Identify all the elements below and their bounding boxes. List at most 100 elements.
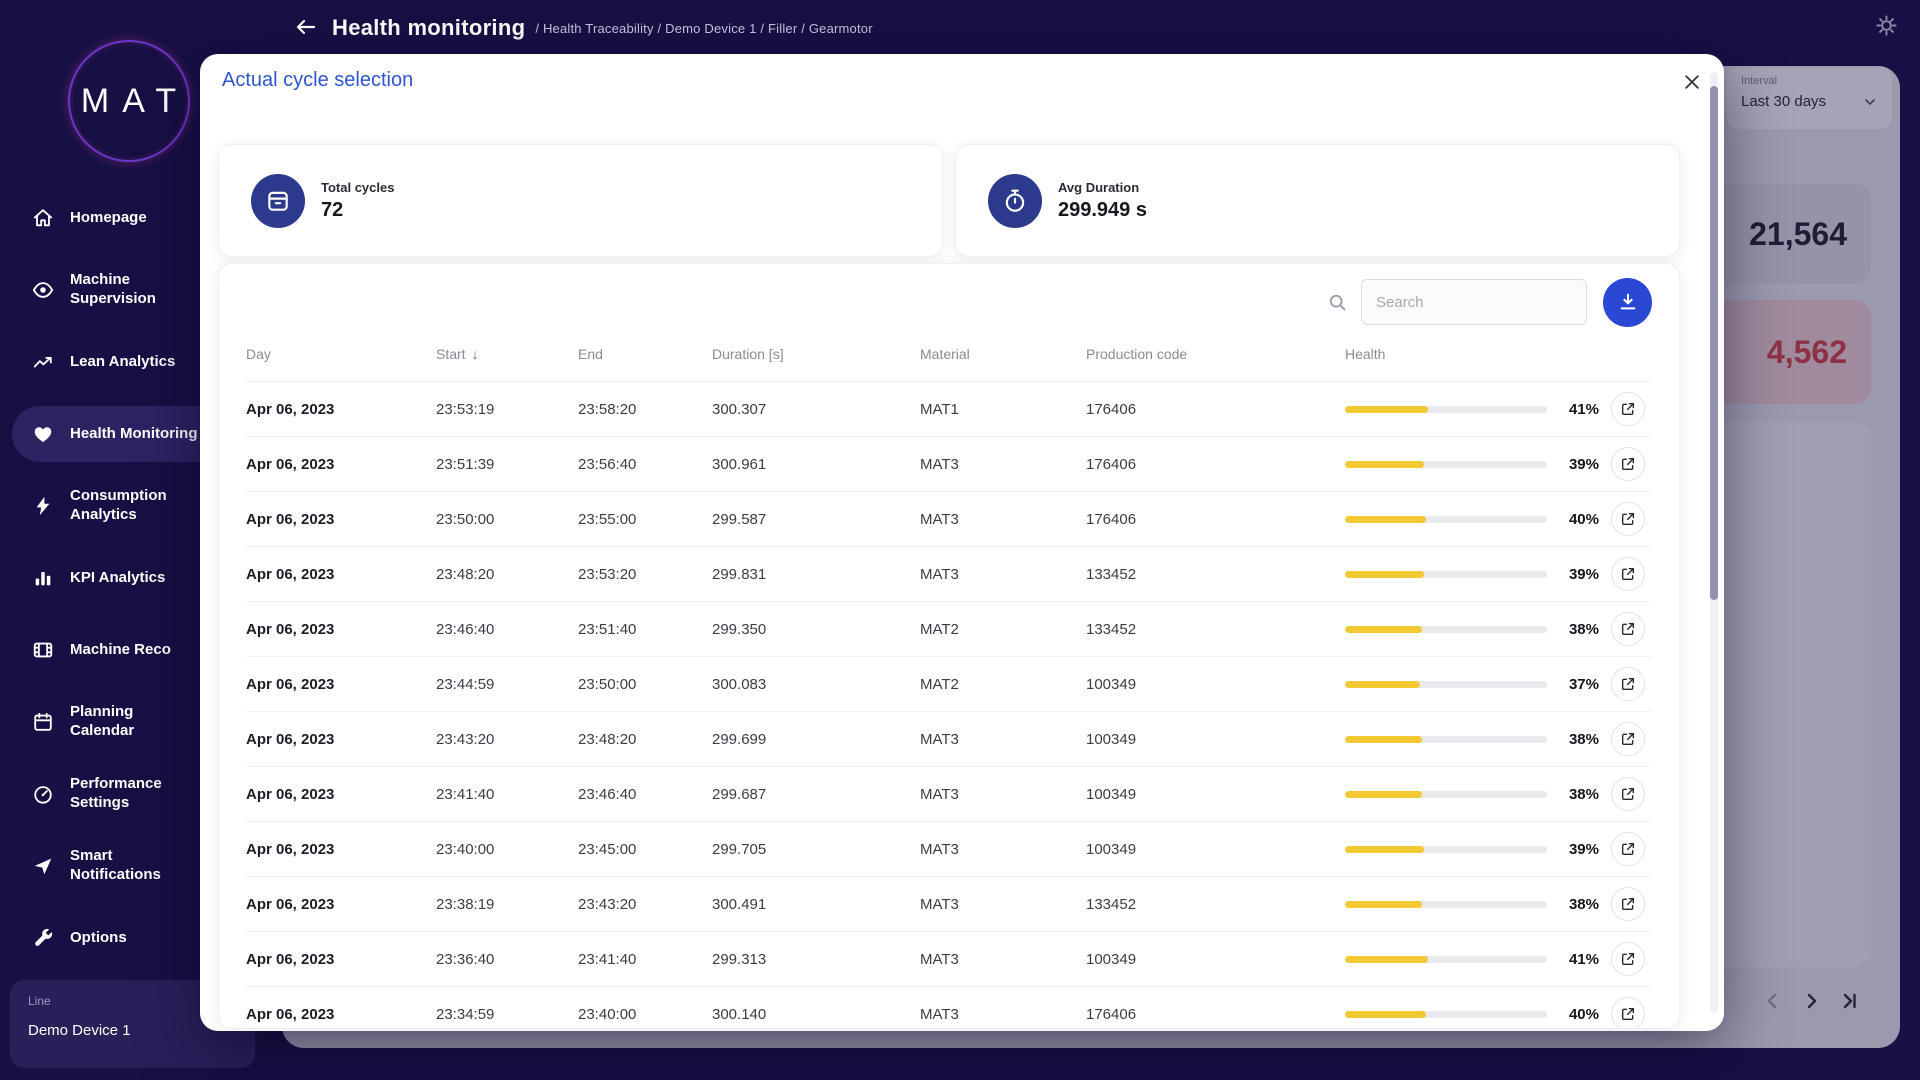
cell-end: 23:48:20 bbox=[578, 731, 712, 748]
sidebar-item-label: Machine Reco bbox=[70, 641, 171, 660]
column-header-duration-s[interactable]: Duration [s] bbox=[712, 346, 920, 362]
sidebar-item-label: Consumption Analytics bbox=[70, 487, 198, 525]
cell-material: MAT3 bbox=[920, 566, 1086, 583]
open-cycle-button[interactable] bbox=[1611, 557, 1645, 591]
cell-health: 38% bbox=[1345, 887, 1652, 921]
cell-day: Apr 06, 2023 bbox=[246, 896, 436, 913]
sort-descending-icon[interactable]: ↓ bbox=[472, 346, 479, 362]
download-icon bbox=[1617, 291, 1639, 313]
column-label: Material bbox=[920, 346, 970, 362]
wrench-icon bbox=[32, 927, 54, 949]
cell-material: MAT3 bbox=[920, 511, 1086, 528]
page-title: Health monitoring bbox=[332, 15, 525, 41]
table-row: Apr 06, 2023 23:48:20 23:53:20 299.831 M… bbox=[246, 547, 1652, 602]
health-progress-track bbox=[1345, 681, 1547, 688]
stat-label: Total cycles bbox=[321, 180, 394, 195]
open-cycle-button[interactable] bbox=[1611, 942, 1645, 976]
column-header-material[interactable]: Material bbox=[920, 346, 1086, 362]
table-row: Apr 06, 2023 23:50:00 23:55:00 299.587 M… bbox=[246, 492, 1652, 547]
trend-icon bbox=[32, 351, 54, 373]
health-progress-fill bbox=[1345, 736, 1422, 743]
close-button[interactable] bbox=[1678, 69, 1706, 97]
settings-gear-button[interactable] bbox=[1872, 13, 1900, 41]
back-button[interactable] bbox=[292, 14, 320, 42]
cell-duration: 299.313 bbox=[712, 951, 920, 968]
column-header-end[interactable]: End bbox=[578, 346, 712, 362]
health-progress-track bbox=[1345, 1011, 1547, 1018]
stopwatch-icon bbox=[988, 174, 1042, 228]
cell-production-code: 100349 bbox=[1086, 951, 1345, 968]
stat-card-total-cycles: Total cycles 72 bbox=[218, 144, 943, 257]
send-icon bbox=[32, 855, 54, 877]
table-row: Apr 06, 2023 23:38:19 23:43:20 300.491 M… bbox=[246, 877, 1652, 932]
column-header-start[interactable]: Start ↓ bbox=[436, 346, 578, 362]
open-cycle-button[interactable] bbox=[1611, 832, 1645, 866]
open-in-new-icon bbox=[1620, 456, 1636, 472]
open-cycle-button[interactable] bbox=[1611, 997, 1645, 1029]
download-button[interactable] bbox=[1603, 278, 1652, 327]
sidebar-item-label: Homepage bbox=[70, 209, 147, 228]
table-body: Apr 06, 2023 23:53:19 23:58:20 300.307 M… bbox=[246, 382, 1652, 1029]
cell-health: 40% bbox=[1345, 997, 1652, 1029]
table-row: Apr 06, 2023 23:51:39 23:56:40 300.961 M… bbox=[246, 437, 1652, 492]
health-progress-fill bbox=[1345, 406, 1428, 413]
column-header-health[interactable]: Health bbox=[1345, 346, 1652, 362]
table-row: Apr 06, 2023 23:34:59 23:40:00 300.140 M… bbox=[246, 987, 1652, 1029]
health-progress-track bbox=[1345, 571, 1547, 578]
cell-production-code: 176406 bbox=[1086, 401, 1345, 418]
cell-health: 41% bbox=[1345, 392, 1652, 426]
cell-end: 23:45:00 bbox=[578, 841, 712, 858]
health-progress-track bbox=[1345, 516, 1547, 523]
cell-end: 23:46:40 bbox=[578, 786, 712, 803]
column-header-day[interactable]: Day bbox=[246, 346, 436, 362]
open-cycle-button[interactable] bbox=[1611, 777, 1645, 811]
cell-day: Apr 06, 2023 bbox=[246, 511, 436, 528]
app-header: Health monitoring / Health Traceability … bbox=[0, 0, 1920, 56]
open-in-new-icon bbox=[1620, 951, 1636, 967]
column-header-production-code[interactable]: Production code bbox=[1086, 346, 1345, 362]
health-progress-fill bbox=[1345, 626, 1422, 633]
cell-start: 23:48:20 bbox=[436, 566, 578, 583]
stat-label: Avg Duration bbox=[1058, 180, 1147, 195]
cell-production-code: 176406 bbox=[1086, 456, 1345, 473]
cell-day: Apr 06, 2023 bbox=[246, 401, 436, 418]
cell-health: 38% bbox=[1345, 777, 1652, 811]
cell-material: MAT3 bbox=[920, 951, 1086, 968]
open-cycle-button[interactable] bbox=[1611, 887, 1645, 921]
home-icon bbox=[32, 207, 54, 229]
cell-duration: 299.350 bbox=[712, 621, 920, 638]
open-cycle-button[interactable] bbox=[1611, 722, 1645, 756]
cell-health: 39% bbox=[1345, 832, 1652, 866]
cell-start: 23:36:40 bbox=[436, 951, 578, 968]
open-cycle-button[interactable] bbox=[1611, 667, 1645, 701]
open-in-new-icon bbox=[1620, 1006, 1636, 1022]
app-screen: Interval Last 30 days 21,564 4,562 bbox=[0, 0, 1920, 1080]
cell-duration: 300.961 bbox=[712, 456, 920, 473]
open-cycle-button[interactable] bbox=[1611, 447, 1645, 481]
open-cycle-button[interactable] bbox=[1611, 392, 1645, 426]
cell-health: 39% bbox=[1345, 557, 1652, 591]
table-row: Apr 06, 2023 23:36:40 23:41:40 299.313 M… bbox=[246, 932, 1652, 987]
health-progress-fill bbox=[1345, 901, 1422, 908]
cell-material: MAT3 bbox=[920, 456, 1086, 473]
cell-start: 23:40:00 bbox=[436, 841, 578, 858]
cell-material: MAT3 bbox=[920, 841, 1086, 858]
health-progress-track bbox=[1345, 791, 1547, 798]
column-label: Duration [s] bbox=[712, 346, 784, 362]
table-toolbar bbox=[246, 278, 1652, 326]
cell-end: 23:58:20 bbox=[578, 401, 712, 418]
modal-scrollbar-thumb[interactable] bbox=[1710, 86, 1718, 600]
search-input[interactable] bbox=[1361, 279, 1587, 325]
stat-value: 299.949 s bbox=[1058, 199, 1147, 222]
health-percent: 41% bbox=[1553, 401, 1599, 418]
open-cycle-button[interactable] bbox=[1611, 502, 1645, 536]
table-row: Apr 06, 2023 23:43:20 23:48:20 299.699 M… bbox=[246, 712, 1652, 767]
cell-material: MAT2 bbox=[920, 621, 1086, 638]
cell-material: MAT3 bbox=[920, 1006, 1086, 1023]
open-in-new-icon bbox=[1620, 566, 1636, 582]
cell-duration: 299.587 bbox=[712, 511, 920, 528]
cell-production-code: 100349 bbox=[1086, 786, 1345, 803]
cell-material: MAT1 bbox=[920, 401, 1086, 418]
open-cycle-button[interactable] bbox=[1611, 612, 1645, 646]
arrow-left-icon bbox=[294, 15, 318, 39]
